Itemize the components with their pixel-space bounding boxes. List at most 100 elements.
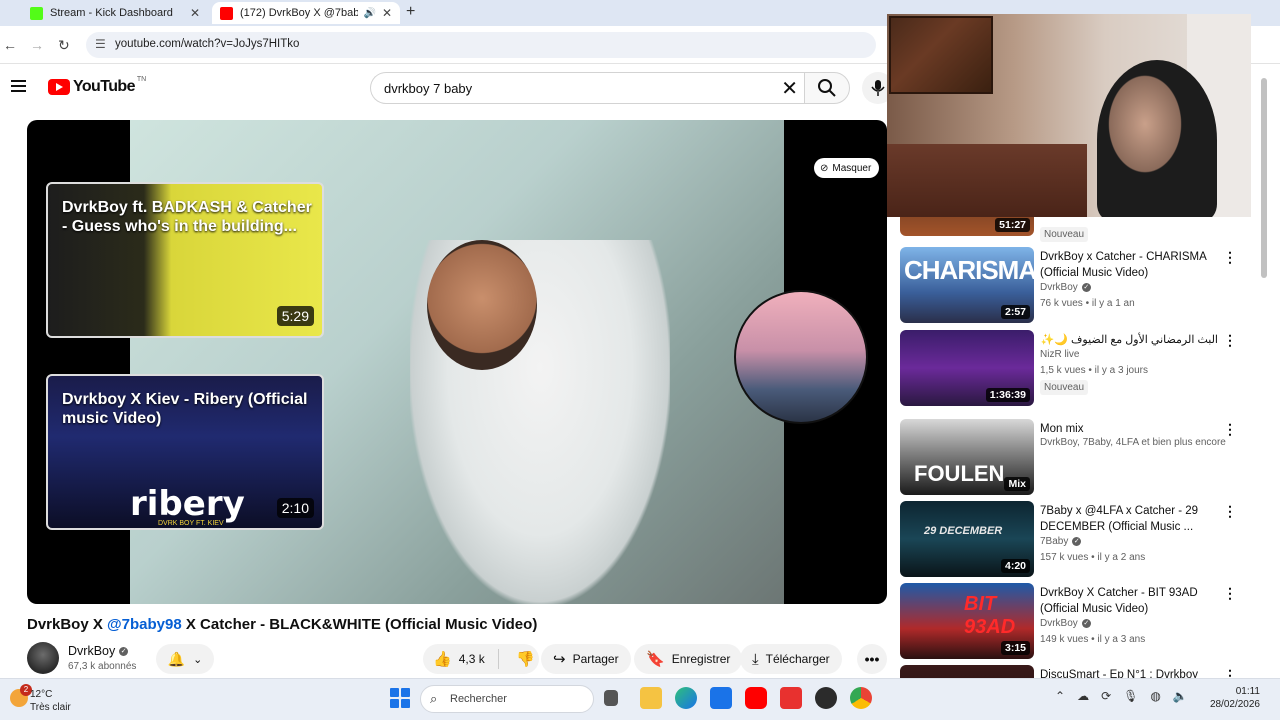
cloud-icon[interactable]: ☁ (1077, 689, 1089, 703)
channel-name-text: DvrkBoy (68, 644, 116, 658)
task-view-icon[interactable] (604, 690, 618, 706)
video-thumbnail[interactable]: CHARISMA 2:57 (900, 247, 1034, 323)
chrome-browser-icon[interactable] (850, 687, 872, 709)
site-info-icon[interactable]: ☰ (95, 37, 106, 51)
download-button[interactable]: ⤓ Télécharger (740, 644, 842, 674)
new-tab-button[interactable]: + (406, 3, 415, 21)
video-thumbnail[interactable]: 29 DECEMBER 4:20 (900, 501, 1034, 577)
video-title[interactable]: DvrkBoy x Catcher - CHARISMA (Official M… (1040, 249, 1218, 281)
list-item[interactable]: DiscuSmart - Ep N°1 : Dvrkboy ⋮ (900, 665, 1270, 678)
video-thumbnail[interactable] (900, 665, 1034, 678)
close-tab-icon[interactable]: ✕ (190, 6, 200, 20)
wall-rug (889, 16, 993, 94)
couch (887, 144, 1087, 217)
logo-wordmark: YouTube (73, 78, 135, 95)
download-label: Télécharger (765, 652, 830, 666)
chevron-up-icon[interactable]: ⌃ (1055, 689, 1065, 703)
title-mention-link[interactable]: @7baby98 (107, 616, 182, 633)
video-thumbnail[interactable]: BIT 93AD 3:15 (900, 583, 1034, 659)
search-button[interactable] (804, 72, 850, 104)
duration-badge: 51:27 (995, 218, 1030, 232)
url-field[interactable]: ☰ youtube.com/watch?v=JoJys7HITko (86, 32, 876, 58)
channel-name[interactable]: DvrkBoy ✓ (68, 644, 129, 658)
more-actions-button[interactable]: ••• (857, 644, 887, 674)
channel-avatar[interactable] (27, 642, 59, 674)
video-player[interactable]: DvrkBoy ft. BADKASH & Catcher - Guess wh… (27, 120, 887, 604)
channel-name[interactable]: NizR live (1040, 349, 1079, 360)
like-count: 4,3 k (458, 652, 485, 666)
taskbar-search-placeholder: Rechercher (450, 693, 507, 705)
verified-icon: ✓ (1072, 537, 1082, 546)
mix-title[interactable]: Mon mix (1040, 421, 1218, 437)
share-button[interactable]: ↪ Partager (541, 644, 631, 674)
mix-thumbnail[interactable]: FOULEN Mix (900, 419, 1034, 495)
close-tab-icon[interactable]: ✕ (382, 6, 392, 20)
video-title[interactable]: DvrkBoy X Catcher - BIT 93AD (Official M… (1040, 585, 1218, 617)
endscreen-video-card[interactable]: Dvrkboy X Kiev - Ribery (Official music … (46, 374, 324, 530)
youtube-header: YouTube TN dvrkboy 7 baby ✕ (0, 64, 894, 114)
hide-endcards-button[interactable]: ⊘ Masquer (814, 158, 880, 178)
like-button[interactable]: 👍 4,3 k (423, 649, 499, 669)
obs-studio-icon[interactable] (815, 687, 837, 709)
duration-badge: 2:57 (1000, 305, 1030, 319)
youtube-logo[interactable]: YouTube TN (48, 76, 146, 96)
start-button[interactable] (390, 688, 410, 708)
network-icon[interactable]: ◍ (1150, 689, 1160, 703)
dislike-button[interactable]: 👎 (506, 650, 535, 668)
channel-name[interactable]: DvrkBoy ✓ (1040, 282, 1091, 293)
video-title[interactable]: البث الرمضاني الأول مع الضيوف 🌙✨ (1040, 332, 1218, 348)
video-title[interactable]: DiscuSmart - Ep N°1 : Dvrkboy (1040, 667, 1218, 678)
tab-kick-dashboard[interactable]: Stream - Kick Dashboard ✕ (22, 2, 208, 24)
more-vertical-icon[interactable]: ⋮ (1223, 249, 1237, 266)
more-vertical-icon[interactable]: ⋮ (1223, 667, 1237, 678)
sync-icon[interactable]: ⟳ (1101, 689, 1111, 703)
more-horizontal-icon: ••• (864, 651, 880, 667)
channel-name[interactable]: 7Baby ✓ (1040, 536, 1082, 547)
edge-browser-icon[interactable] (675, 687, 697, 709)
youtube-app-icon[interactable] (745, 687, 767, 709)
file-explorer-icon[interactable] (640, 687, 662, 709)
microphone-icon[interactable]: 🎙 (1123, 689, 1138, 703)
list-item[interactable]: CHARISMA 2:57 DvrkBoy x Catcher - CHARIS… (900, 247, 1270, 325)
search-input[interactable]: dvrkboy 7 baby ✕ (370, 72, 804, 104)
reload-icon[interactable]: ↻ (58, 37, 70, 54)
more-vertical-icon[interactable]: ⋮ (1223, 585, 1237, 602)
tab-youtube-video[interactable]: (172) DvrkBoy X @7baby98 🔊 ✕ (212, 2, 400, 24)
list-item[interactable]: BIT 93AD 3:15 DvrkBoy X Catcher - BIT 93… (900, 583, 1270, 661)
more-vertical-icon[interactable]: ⋮ (1223, 332, 1237, 349)
endscreen-video-card[interactable]: DvrkBoy ft. BADKASH & Catcher - Guess wh… (46, 182, 324, 338)
clear-search-icon[interactable]: ✕ (781, 76, 798, 101)
weather-widget[interactable]: 2 12°C Très clair (8, 683, 88, 717)
speaker-icon[interactable]: 🔊 (364, 8, 376, 19)
endcard-duration: 2:10 (276, 498, 314, 518)
more-vertical-icon[interactable]: ⋮ (1223, 421, 1237, 438)
taskbar-search[interactable]: ⌕ Rechercher (420, 685, 594, 713)
search-icon (818, 79, 836, 97)
url-text: youtube.com/watch?v=JoJys7HITko (115, 38, 300, 50)
volume-icon[interactable]: 🔈 (1173, 689, 1188, 703)
video-meta: 149 k vues • il y a 3 ans (1040, 634, 1146, 645)
channel-name[interactable]: DvrkBoy ✓ (1040, 618, 1091, 629)
endcard-brand-text: ribery (130, 484, 245, 524)
scrollbar-thumb[interactable] (1261, 78, 1267, 278)
subscription-bell-button[interactable]: 🔔 ⌄ (156, 644, 214, 674)
video-title[interactable]: 7Baby x @4LFA x Catcher - 29 DECEMBER (O… (1040, 503, 1218, 535)
list-item[interactable]: 1:36:39 البث الرمضاني الأول مع الضيوف 🌙✨… (900, 330, 1270, 408)
like-dislike-group: 👍 4,3 k 👎 (423, 644, 539, 674)
video-subject-head (427, 240, 537, 370)
list-item[interactable]: 29 DECEMBER 4:20 7Baby x @4LFA x Catcher… (900, 501, 1270, 579)
back-icon[interactable]: ← (3, 37, 17, 53)
video-thumbnail[interactable]: 1:36:39 (900, 330, 1034, 406)
save-button[interactable]: 🔖 Enregistrer (634, 644, 743, 674)
thumbnail-text: FOULEN (914, 461, 1005, 486)
thumbnail-text: BIT 93AD (964, 593, 1016, 638)
system-clock[interactable]: 01:11 28/02/2026 (1200, 685, 1260, 711)
hamburger-menu-icon[interactable] (11, 80, 26, 92)
list-item[interactable]: FOULEN Mix Mon mix DvrkBoy, 7Baby, 4LFA … (900, 419, 1270, 497)
new-badge: Nouveau (1040, 227, 1089, 242)
endscreen-subscribe-circle[interactable] (734, 290, 868, 424)
more-vertical-icon[interactable]: ⋮ (1223, 503, 1237, 520)
microsoft-store-icon[interactable] (710, 687, 732, 709)
wps-office-icon[interactable] (780, 687, 802, 709)
forward-icon[interactable]: → (30, 37, 44, 53)
